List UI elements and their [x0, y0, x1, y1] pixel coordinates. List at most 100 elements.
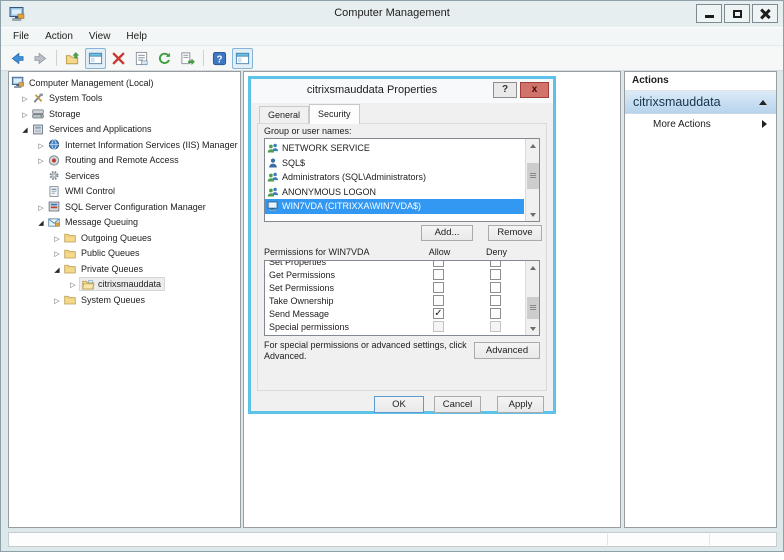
- tree-item-public-queues[interactable]: Public Queues: [9, 246, 240, 262]
- user-row-selected[interactable]: WIN7VDA (CITRIXXA\WIN7VDA$): [265, 199, 524, 214]
- tree-item-sql-server-configuration-manager[interactable]: SQL Server Configuration Manager: [9, 199, 240, 215]
- tab-general[interactable]: General: [259, 106, 309, 123]
- apply-button[interactable]: Apply: [497, 396, 544, 413]
- add-button[interactable]: Add...: [421, 225, 473, 241]
- permission-row[interactable]: Set Properties: [265, 260, 524, 268]
- deny-checkbox[interactable]: [490, 308, 501, 319]
- tree-item-routing-remote-access[interactable]: Routing and Remote Access: [9, 153, 240, 169]
- show-hide-console-tree-button[interactable]: [85, 48, 106, 69]
- expander-icon[interactable]: [35, 217, 47, 227]
- permission-row[interactable]: Special permissions: [265, 320, 524, 333]
- action-pane-icon: [235, 51, 250, 66]
- expander-icon[interactable]: [19, 124, 31, 134]
- minimize-button[interactable]: [696, 4, 722, 23]
- user-row[interactable]: Administrators (SQL\Administrators): [265, 170, 524, 185]
- permissions-list[interactable]: Set Properties Get Permissions Set Permi…: [264, 260, 540, 336]
- expander-icon[interactable]: [51, 295, 63, 305]
- deny-checkbox[interactable]: [490, 295, 501, 306]
- expander-icon[interactable]: [35, 140, 47, 150]
- user-row[interactable]: SQL$: [265, 156, 524, 171]
- deny-checkbox[interactable]: [490, 260, 501, 267]
- tree-item-private-queues[interactable]: Private Queues: [9, 261, 240, 277]
- permission-row[interactable]: Take Ownership: [265, 294, 524, 307]
- folder-icon: [63, 247, 77, 260]
- permissions-scrollbar[interactable]: [525, 261, 539, 335]
- expander-icon[interactable]: [19, 109, 31, 119]
- expander-icon[interactable]: [19, 93, 31, 103]
- tree-item-outgoing-queues[interactable]: Outgoing Queues: [9, 230, 240, 246]
- expander-icon[interactable]: [51, 264, 63, 274]
- allow-checkbox-checked[interactable]: ✓: [433, 308, 444, 319]
- scroll-up-icon[interactable]: [526, 261, 540, 274]
- folder-icon: [63, 262, 77, 275]
- dialog-close-button[interactable]: x: [520, 82, 549, 98]
- permission-row-send-message[interactable]: Send Message ✓: [265, 307, 524, 320]
- tree-item-system-queues[interactable]: System Queues: [9, 292, 240, 308]
- allow-checkbox[interactable]: [433, 282, 444, 293]
- help-button[interactable]: [209, 48, 230, 69]
- deny-checkbox[interactable]: [490, 269, 501, 280]
- scroll-down-icon[interactable]: [526, 208, 540, 221]
- tree-item-iis-manager[interactable]: Internet Information Services (IIS) Mana…: [9, 137, 240, 153]
- tree-item-system-tools[interactable]: System Tools: [9, 91, 240, 107]
- expander-icon[interactable]: [35, 202, 47, 212]
- users-icon: [267, 171, 279, 183]
- tab-security[interactable]: Security: [309, 104, 360, 124]
- dialog-help-button[interactable]: ?: [493, 82, 517, 98]
- permission-row[interactable]: Get Permissions: [265, 268, 524, 281]
- users-icon: [267, 186, 279, 198]
- actions-section-citrixsmauddata[interactable]: citrixsmauddata: [625, 91, 776, 114]
- user-row[interactable]: ANONYMOUS LOGON: [265, 185, 524, 200]
- expander-icon[interactable]: [51, 248, 63, 258]
- close-button[interactable]: [752, 4, 778, 23]
- security-tab-page: Group or user names: NETWORK SERVICE SQL…: [257, 123, 547, 391]
- allow-checkbox[interactable]: [433, 295, 444, 306]
- maximize-button[interactable]: [724, 4, 750, 23]
- deny-checkbox[interactable]: [490, 282, 501, 293]
- permission-row[interactable]: Set Permissions: [265, 281, 524, 294]
- tree-item-citrixsmauddata[interactable]: citrixsmauddata: [9, 277, 240, 293]
- delete-button[interactable]: [108, 48, 129, 69]
- users-scrollbar[interactable]: [525, 139, 539, 221]
- allow-checkbox[interactable]: [433, 269, 444, 280]
- export-list-button[interactable]: [177, 48, 198, 69]
- back-button[interactable]: [7, 48, 28, 69]
- advanced-button[interactable]: Advanced: [474, 342, 540, 359]
- expander-icon[interactable]: [35, 155, 47, 165]
- deny-column-header: Deny: [468, 247, 525, 257]
- console-tree-icon: [88, 51, 103, 66]
- remove-button[interactable]: Remove: [488, 225, 542, 241]
- allow-checkbox[interactable]: [433, 260, 444, 267]
- menu-help[interactable]: Help: [118, 29, 155, 44]
- scroll-thumb[interactable]: [527, 297, 539, 319]
- tree-item-wmi-control[interactable]: WMI Control: [9, 184, 240, 200]
- tree-item-services-and-applications[interactable]: Services and Applications: [9, 122, 240, 138]
- collapse-section-icon[interactable]: [759, 100, 767, 105]
- scroll-down-icon[interactable]: [526, 322, 540, 335]
- more-actions-item[interactable]: More Actions: [625, 114, 776, 134]
- tree-item-storage[interactable]: Storage: [9, 106, 240, 122]
- status-bar: [8, 532, 777, 547]
- expander-icon[interactable]: [51, 233, 63, 243]
- scroll-up-icon[interactable]: [526, 139, 540, 152]
- group-user-names-list[interactable]: NETWORK SERVICE SQL$ Administrators (SQL…: [264, 138, 540, 222]
- menu-view[interactable]: View: [81, 29, 119, 44]
- actions-section-title: citrixsmauddata: [625, 95, 721, 109]
- tree-item-computer-management[interactable]: Computer Management (Local): [9, 75, 240, 91]
- scroll-thumb[interactable]: [527, 163, 539, 189]
- expander-icon[interactable]: [67, 279, 79, 289]
- cancel-button[interactable]: Cancel: [434, 396, 481, 413]
- ok-button[interactable]: OK: [374, 396, 424, 413]
- tree-item-message-queuing[interactable]: Message Queuing: [9, 215, 240, 231]
- actions-header: Actions: [625, 72, 776, 91]
- advanced-note: For special permissions or advanced sett…: [264, 340, 469, 363]
- menu-action[interactable]: Action: [37, 29, 81, 44]
- properties-button[interactable]: [131, 48, 152, 69]
- refresh-button[interactable]: [154, 48, 175, 69]
- up-one-level-button[interactable]: [62, 48, 83, 69]
- show-hide-action-pane-button[interactable]: [232, 48, 253, 69]
- tree-item-services[interactable]: Services: [9, 168, 240, 184]
- forward-button[interactable]: [30, 48, 51, 69]
- user-row[interactable]: NETWORK SERVICE: [265, 141, 524, 156]
- menu-file[interactable]: File: [5, 29, 37, 44]
